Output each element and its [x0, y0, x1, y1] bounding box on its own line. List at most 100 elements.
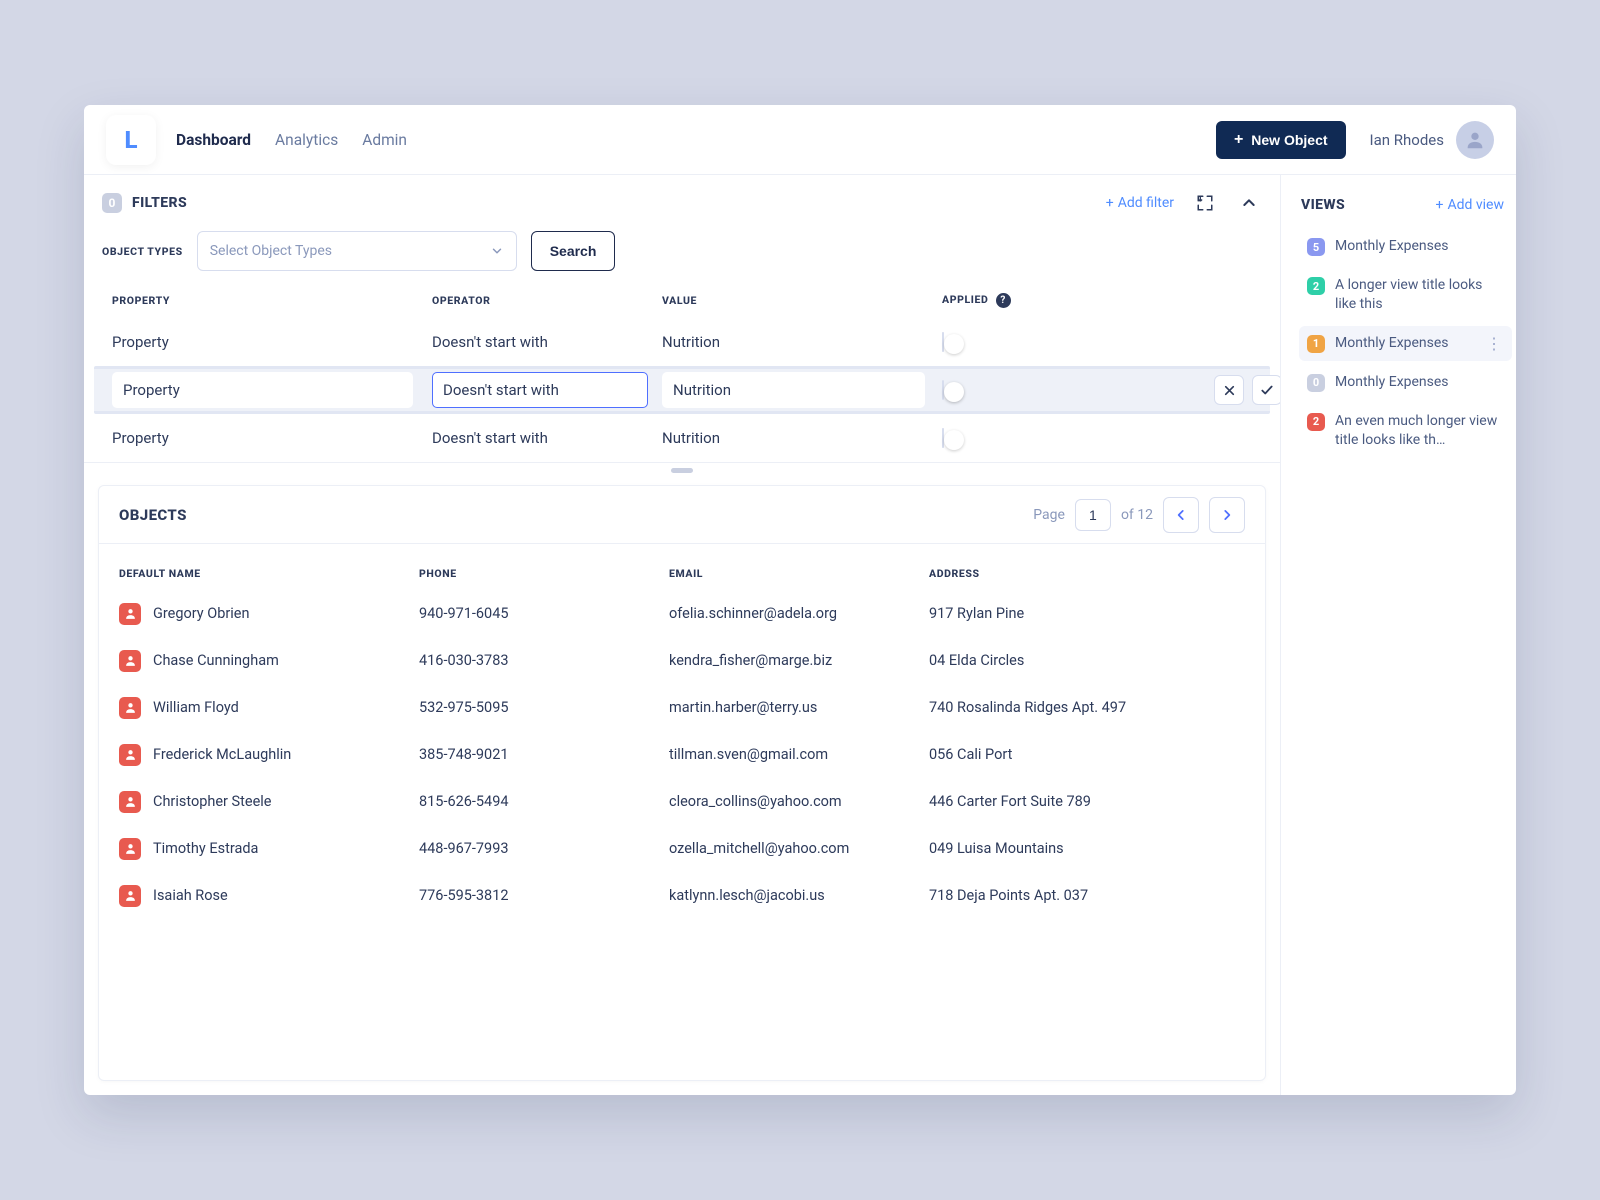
- main-panel: 0 FILTERS + Add filter: [84, 175, 1281, 1095]
- table-row[interactable]: Timothy Estrada 448-967-7993 ozella_mitc…: [119, 825, 1245, 872]
- view-item[interactable]: 5 Monthly Expenses: [1299, 229, 1512, 264]
- table-row[interactable]: Frederick McLaughlin 385-748-9021 tillma…: [119, 731, 1245, 778]
- object-email: tillman.sven@gmail.com: [669, 746, 929, 763]
- person-icon: [119, 744, 141, 766]
- name-cell: Chase Cunningham: [119, 650, 419, 672]
- current-user[interactable]: Ian Rhodes: [1370, 121, 1494, 159]
- prev-page-button[interactable]: [1163, 497, 1199, 533]
- name-cell: Christopher Steele: [119, 791, 419, 813]
- view-count-badge: 0: [1307, 374, 1325, 392]
- collapse-filters-button[interactable]: [1236, 190, 1262, 216]
- object-address: 446 Carter Fort Suite 789: [929, 793, 1179, 810]
- view-label: An even much longer view title looks lik…: [1335, 412, 1504, 450]
- chevron-left-icon: [1174, 508, 1188, 522]
- help-icon[interactable]: ?: [996, 293, 1011, 308]
- table-row[interactable]: Christopher Steele 815-626-5494 cleora_c…: [119, 778, 1245, 825]
- body: 0 FILTERS + Add filter: [84, 175, 1516, 1095]
- nav-admin[interactable]: Admin: [362, 131, 407, 149]
- col-property: PROPERTY: [112, 294, 432, 307]
- table-row[interactable]: Isaiah Rose 776-595-3812 katlynn.lesch@j…: [119, 872, 1245, 919]
- table-row[interactable]: Chase Cunningham 416-030-3783 kendra_fis…: [119, 637, 1245, 684]
- objects-columns-header: DEFAULT NAME PHONE EMAIL ADDRESS: [119, 556, 1245, 590]
- page-input[interactable]: [1075, 499, 1111, 531]
- filter-value[interactable]: Nutrition: [662, 333, 942, 351]
- primary-nav: Dashboard Analytics Admin: [176, 131, 407, 149]
- view-label: A longer view title looks like this: [1335, 276, 1504, 314]
- col-value: VALUE: [662, 294, 942, 307]
- filter-value[interactable]: Nutrition: [662, 429, 942, 447]
- applied-toggle[interactable]: [942, 428, 944, 448]
- object-name: Frederick McLaughlin: [153, 746, 291, 763]
- user-name: Ian Rhodes: [1370, 131, 1444, 149]
- filter-value-input[interactable]: Nutrition: [662, 372, 925, 408]
- person-icon: [119, 697, 141, 719]
- close-icon: [1223, 384, 1236, 397]
- person-icon: [119, 650, 141, 672]
- new-object-label: New Object: [1251, 132, 1327, 148]
- applied-toggle[interactable]: [942, 380, 944, 400]
- col-address: ADDRESS: [929, 567, 1179, 580]
- logo[interactable]: L: [106, 115, 156, 165]
- chevron-right-icon: [1220, 508, 1234, 522]
- object-address: 04 Elda Circles: [929, 652, 1179, 669]
- view-count-badge: 5: [1307, 238, 1325, 256]
- view-item[interactable]: 2 An even much longer view title looks l…: [1299, 404, 1512, 458]
- cancel-filter-button[interactable]: [1214, 375, 1244, 405]
- plus-icon: +: [1234, 131, 1243, 149]
- object-phone: 532-975-5095: [419, 699, 669, 716]
- object-phone: 815-626-5494: [419, 793, 669, 810]
- add-filter-button[interactable]: + Add filter: [1106, 195, 1174, 211]
- applied-toggle[interactable]: [942, 332, 944, 352]
- table-row[interactable]: William Floyd 532-975-5095 martin.harber…: [119, 684, 1245, 731]
- page-label: Page: [1033, 507, 1065, 523]
- object-address: 056 Cali Port: [929, 746, 1179, 763]
- object-email: kendra_fisher@marge.biz: [669, 652, 929, 669]
- filter-operator-input[interactable]: Doesn't start with: [432, 372, 648, 408]
- filter-property[interactable]: Property: [112, 333, 432, 351]
- view-label: Monthly Expenses: [1335, 334, 1474, 353]
- name-cell: Gregory Obrien: [119, 603, 419, 625]
- next-page-button[interactable]: [1209, 497, 1245, 533]
- person-icon: [119, 885, 141, 907]
- filter-operator[interactable]: Doesn't start with: [432, 429, 662, 447]
- nav-dashboard[interactable]: Dashboard: [176, 131, 251, 149]
- filter-row: Property Doesn't start with Nutrition: [84, 414, 1280, 462]
- object-phone: 776-595-3812: [419, 887, 669, 904]
- object-email: ofelia.schinner@adela.org: [669, 605, 929, 622]
- pager: Page of 12: [1033, 497, 1245, 533]
- filter-row-selected: Property Doesn't start with Nutrition: [94, 366, 1270, 414]
- views-header: VIEWS + Add view: [1299, 193, 1512, 229]
- add-view-button[interactable]: + Add view: [1436, 197, 1504, 213]
- nav-analytics[interactable]: Analytics: [275, 131, 338, 149]
- confirm-filter-button[interactable]: [1252, 375, 1281, 405]
- resize-handle[interactable]: [84, 462, 1280, 480]
- col-phone: PHONE: [419, 567, 669, 580]
- object-name: Christopher Steele: [153, 793, 272, 810]
- view-label: Monthly Expenses: [1335, 237, 1504, 256]
- filter-operator[interactable]: Doesn't start with: [432, 333, 662, 351]
- object-phone: 448-967-7993: [419, 840, 669, 857]
- col-default-name: DEFAULT NAME: [119, 567, 419, 580]
- views-list: 5 Monthly Expenses 2 A longer view title…: [1299, 229, 1512, 458]
- view-item[interactable]: 1 Monthly Expenses ⋮: [1299, 326, 1512, 361]
- add-view-label: Add view: [1447, 197, 1504, 213]
- views-title: VIEWS: [1301, 197, 1345, 213]
- objects-table: DEFAULT NAME PHONE EMAIL ADDRESS Gregory…: [99, 544, 1265, 931]
- object-email: cleora_collins@yahoo.com: [669, 793, 929, 810]
- object-types-select[interactable]: Select Object Types: [197, 231, 517, 271]
- search-button[interactable]: Search: [531, 231, 616, 271]
- views-sidebar: VIEWS + Add view 5 Monthly Expenses 2 A …: [1281, 175, 1516, 1095]
- more-icon[interactable]: ⋮: [1484, 334, 1504, 353]
- filter-property-input[interactable]: Property: [112, 372, 413, 408]
- filter-property[interactable]: Property: [112, 429, 432, 447]
- view-item[interactable]: 0 Monthly Expenses: [1299, 365, 1512, 400]
- expand-icon[interactable]: [1192, 190, 1218, 216]
- person-icon: [119, 603, 141, 625]
- table-row[interactable]: Gregory Obrien 940-971-6045 ofelia.schin…: [119, 590, 1245, 637]
- objects-title: OBJECTS: [119, 506, 187, 524]
- new-object-button[interactable]: + New Object: [1216, 121, 1346, 159]
- objects-card: OBJECTS Page of 12: [98, 485, 1266, 1081]
- avatar: [1456, 121, 1494, 159]
- view-item[interactable]: 2 A longer view title looks like this: [1299, 268, 1512, 322]
- app-window: L Dashboard Analytics Admin + New Object…: [84, 105, 1516, 1095]
